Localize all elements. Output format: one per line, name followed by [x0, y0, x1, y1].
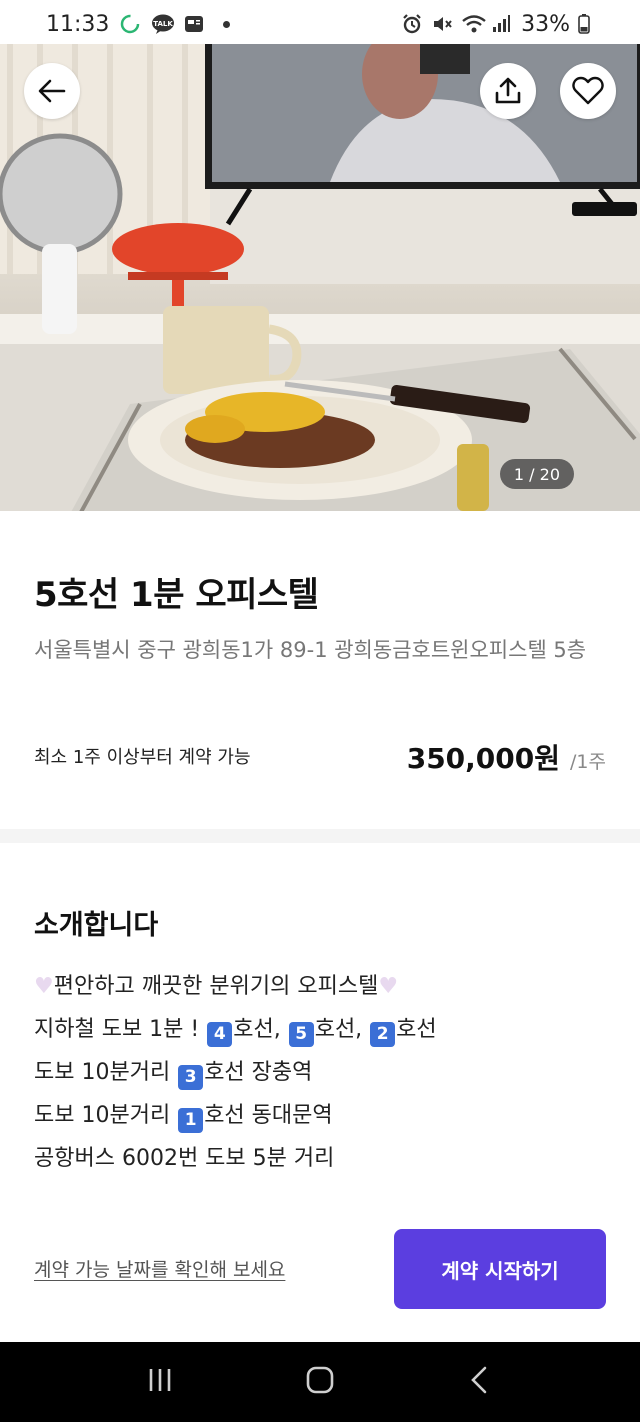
intro-line-text: 호선	[396, 1017, 437, 1042]
chevron-left-icon	[471, 1366, 487, 1394]
notification-dot-icon	[223, 20, 231, 28]
mute-icon	[431, 13, 453, 35]
listing-info: 5호선 1분 오피스텔 서울특별시 중구 광희동1가 89-1 광희동금호트윈오…	[0, 511, 640, 829]
intro-line-text: 지하철 도보 1분 !	[34, 1017, 207, 1042]
listing-address: 서울특별시 중구 광희동1가 89-1 광희동금호트윈오피스텔 5층	[34, 638, 587, 662]
intro-line-text: 도보 10분거리	[34, 1103, 178, 1128]
number-3-icon: 3	[178, 1065, 204, 1090]
listing-photo[interactable]: 1 / 20	[0, 44, 640, 511]
system-back-button[interactable]	[465, 1365, 495, 1399]
signal-icon	[491, 13, 513, 35]
intro-section: 소개합니다 ♥편안하고 깨끗한 분위기의 오피스텔♥ 지하철 도보 1분 ! 4…	[0, 843, 640, 1342]
section-divider	[0, 829, 640, 843]
intro-title: 소개합니다	[34, 910, 159, 941]
number-4-icon: 4	[207, 1022, 233, 1047]
sync-icon	[119, 13, 141, 35]
price-unit: /1주	[570, 751, 606, 773]
share-icon	[495, 77, 521, 104]
recent-apps-button[interactable]	[145, 1365, 175, 1399]
battery-percent: 33%	[521, 11, 570, 37]
svg-text:TALK: TALK	[154, 20, 174, 28]
recent-apps-icon	[149, 1369, 171, 1391]
wifi-icon	[461, 13, 486, 35]
price-block: 350,000원 /1주	[407, 737, 606, 777]
intro-line-text: 호선,	[314, 1017, 370, 1042]
listing-title: 5호선 1분 오피스텔	[34, 575, 319, 615]
price-value: 350,000원	[406, 742, 561, 775]
intro-line: 도보 10분거리 3 호선 장충역	[34, 1051, 437, 1094]
home-button[interactable]	[305, 1365, 335, 1399]
status-bar: 11:33 TALK 33%	[0, 0, 640, 48]
intro-line-text: 호선,	[233, 1017, 288, 1042]
check-dates-link[interactable]: 계약 가능 날짜를 확인해 보세요	[34, 1255, 285, 1282]
intro-line-text: 편안하고 깨끗한 분위기의 오피스텔	[53, 974, 379, 999]
arrow-left-icon	[38, 79, 66, 103]
system-nav-bar	[0, 1342, 640, 1422]
intro-line: 공항버스 6002번 도보 5분 거리	[34, 1146, 335, 1171]
share-button[interactable]	[480, 63, 536, 119]
intro-text: ♥편안하고 깨끗한 분위기의 오피스텔♥ 지하철 도보 1분 ! 4 호선, 5호…	[34, 965, 437, 1180]
intro-line-text: 도보 10분거리	[34, 1060, 178, 1085]
number-2-icon: 2	[370, 1022, 396, 1047]
news-icon	[183, 13, 205, 35]
heart-icon	[572, 76, 604, 105]
intro-line-text: 호선 동대문역	[204, 1103, 333, 1128]
home-icon	[306, 1366, 334, 1394]
alarm-icon	[401, 13, 423, 35]
intro-line: 지하철 도보 1분 ! 4 호선, 5 호선, 2 호선	[34, 1008, 437, 1051]
intro-line: ♥편안하고 깨끗한 분위기의 오피스텔♥	[34, 965, 437, 1008]
number-5-icon: 5	[288, 1022, 314, 1047]
white-heart-icon: ♥	[378, 974, 399, 999]
intro-line-text: 호선 장충역	[204, 1060, 313, 1085]
room-photo-image	[0, 44, 640, 511]
start-contract-button[interactable]: 계약 시작하기	[394, 1229, 606, 1309]
number-1-icon: 1	[178, 1108, 204, 1133]
status-time: 11:33	[46, 11, 110, 37]
intro-line: 도보 10분거리 1 호선 동대문역	[34, 1094, 437, 1137]
back-button[interactable]	[24, 63, 80, 119]
battery-icon	[578, 13, 600, 35]
min-contract-text: 최소 1주 이상부터 계약 가능	[34, 747, 251, 768]
white-heart-icon: ♥	[34, 974, 54, 999]
favorite-button[interactable]	[560, 63, 616, 119]
photo-page-indicator: 1 / 20	[499, 459, 574, 489]
kakaotalk-icon: TALK	[151, 13, 175, 35]
